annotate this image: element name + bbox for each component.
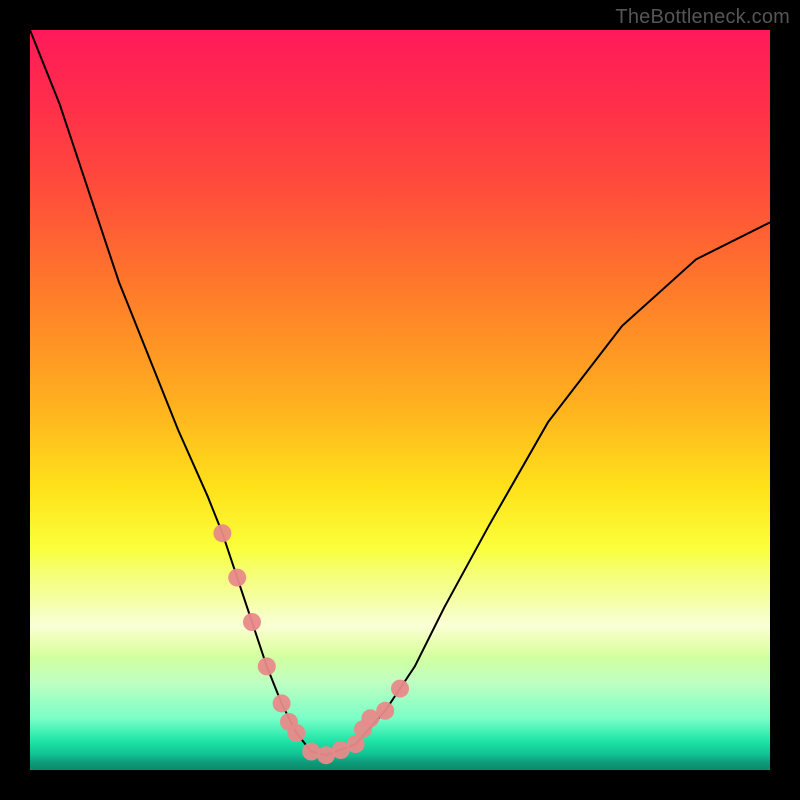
curve-marker	[258, 657, 276, 675]
curve-marker	[287, 724, 305, 742]
chart-container: TheBottleneck.com	[0, 0, 800, 800]
curve-marker	[243, 613, 261, 631]
curve-svg	[30, 30, 770, 770]
curve-marker	[213, 524, 231, 542]
curve-marker	[228, 569, 246, 587]
marker-group	[213, 524, 409, 764]
curve-marker	[376, 702, 394, 720]
bottleneck-curve	[30, 30, 770, 755]
watermark-text: TheBottleneck.com	[615, 6, 790, 29]
plot-area	[30, 30, 770, 770]
curve-marker	[273, 694, 291, 712]
curve-marker	[391, 680, 409, 698]
